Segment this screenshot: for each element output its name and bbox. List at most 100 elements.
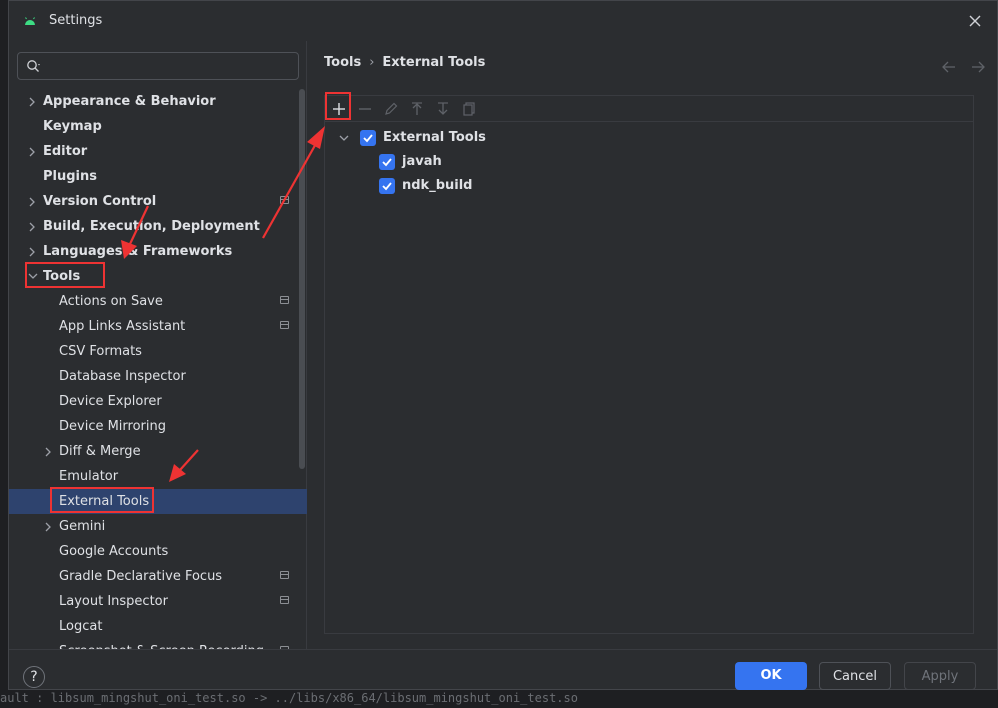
sidebar-item-label: Device Explorer bbox=[59, 394, 162, 409]
breadcrumb: Tools › External Tools bbox=[324, 55, 485, 70]
history-navigation bbox=[934, 59, 987, 78]
cancel-button[interactable]: Cancel bbox=[819, 662, 891, 690]
chevron-right-icon[interactable] bbox=[26, 239, 40, 264]
settings-tree: Appearance & Behavior Keymap Editor Plugins… bbox=[9, 89, 307, 649]
sidebar-item-tools[interactable]: Tools bbox=[9, 264, 307, 289]
sidebar-item-label: Tools bbox=[43, 269, 81, 284]
external-tools-panel: External Tools javah ndk_build bbox=[324, 95, 974, 634]
sidebar-item-layout-inspector[interactable]: Layout Inspector bbox=[9, 589, 307, 614]
sidebar-item-version-control[interactable]: Version Control bbox=[9, 189, 307, 214]
sidebar-item-label: Plugins bbox=[43, 169, 97, 184]
sidebar-item-diff-merge[interactable]: Diff & Merge bbox=[9, 439, 307, 464]
sidebar-item-gradle-declarative-focus[interactable]: Gradle Declarative Focus bbox=[9, 564, 307, 589]
project-level-icon bbox=[280, 596, 289, 604]
sidebar-item-label: Layout Inspector bbox=[59, 594, 168, 609]
chevron-right-icon[interactable] bbox=[26, 214, 40, 239]
apply-button[interactable]: Apply bbox=[904, 662, 976, 690]
sidebar-item-label: Appearance & Behavior bbox=[43, 94, 216, 109]
sidebar-item-label: Emulator bbox=[59, 469, 119, 484]
breadcrumb-current: External Tools bbox=[382, 55, 486, 70]
tool-row-javah[interactable]: javah bbox=[379, 150, 639, 174]
sidebar-item-label: Actions on Save bbox=[59, 294, 163, 309]
project-level-icon bbox=[280, 296, 289, 304]
title-bar: Settings bbox=[9, 1, 997, 41]
sidebar-item-label: Logcat bbox=[59, 619, 103, 634]
add-icon[interactable] bbox=[329, 99, 349, 119]
ok-button[interactable]: OK bbox=[735, 662, 807, 690]
tools-group-label: External Tools bbox=[383, 130, 486, 145]
sidebar-item-gemini[interactable]: Gemini bbox=[9, 514, 307, 539]
breadcrumb-separator: › bbox=[369, 55, 375, 70]
sidebar-item-keymap[interactable]: Keymap bbox=[9, 114, 307, 139]
sidebar-item-database-inspector[interactable]: Database Inspector bbox=[9, 364, 307, 389]
sidebar-item-label: Gradle Declarative Focus bbox=[59, 569, 223, 584]
sidebar-item-label: Screenshot & Screen Recording bbox=[59, 639, 264, 649]
chevron-right-icon[interactable] bbox=[26, 189, 40, 214]
sidebar-item-label: CSV Formats bbox=[59, 344, 142, 359]
sidebar-item-label: Keymap bbox=[43, 119, 102, 134]
settings-sidebar: Appearance & Behavior Keymap Editor Plugins… bbox=[9, 41, 307, 649]
sidebar-item-app-links-assistant[interactable]: App Links Assistant bbox=[9, 314, 307, 339]
close-icon[interactable] bbox=[967, 13, 983, 29]
chevron-right-icon[interactable] bbox=[42, 439, 56, 464]
sidebar-item-label: External Tools bbox=[59, 494, 150, 509]
tools-group-row[interactable]: External Tools bbox=[339, 126, 639, 150]
copy-icon[interactable] bbox=[459, 99, 479, 119]
sidebar-item-languages-frameworks[interactable]: Languages & Frameworks bbox=[9, 239, 307, 264]
help-button[interactable]: ? bbox=[23, 666, 45, 688]
search-input[interactable] bbox=[48, 56, 292, 78]
move-down-icon[interactable] bbox=[433, 99, 453, 119]
chevron-right-icon[interactable] bbox=[26, 89, 40, 114]
sidebar-item-external-tools[interactable]: External Tools bbox=[9, 489, 307, 514]
breadcrumb-parent[interactable]: Tools bbox=[324, 55, 361, 70]
sidebar-item-device-explorer[interactable]: Device Explorer bbox=[9, 389, 307, 414]
sidebar-item-appearance-behavior[interactable]: Appearance & Behavior bbox=[9, 89, 307, 114]
content-pane: Tools › External Tools External Tools ja… bbox=[307, 41, 997, 649]
background-terminal: ault : libsum_mingshut_oni_test.so -> ..… bbox=[0, 690, 998, 708]
checkbox-icon[interactable] bbox=[379, 178, 395, 194]
window-title: Settings bbox=[49, 13, 103, 28]
settings-search[interactable] bbox=[17, 52, 299, 80]
sidebar-item-screenshot-screen-recording[interactable]: Screenshot & Screen Recording bbox=[9, 639, 307, 649]
sidebar-item-plugins[interactable]: Plugins bbox=[9, 164, 307, 189]
sidebar-item-device-mirroring[interactable]: Device Mirroring bbox=[9, 414, 307, 439]
sidebar-item-label: Editor bbox=[43, 144, 88, 159]
sidebar-item-label: Google Accounts bbox=[59, 544, 169, 559]
move-up-icon[interactable] bbox=[407, 99, 427, 119]
sidebar-item-label: Diff & Merge bbox=[59, 444, 141, 459]
settings-dialog: Settings Appearance & Behavior Keymap Edit… bbox=[8, 0, 998, 690]
project-level-icon bbox=[280, 571, 289, 579]
sidebar-item-label: Build, Execution, Deployment bbox=[43, 219, 260, 234]
android-studio-icon bbox=[25, 17, 35, 25]
sidebar-item-logcat[interactable]: Logcat bbox=[9, 614, 307, 639]
checkbox-icon[interactable] bbox=[379, 154, 395, 170]
sidebar-scrollbar[interactable] bbox=[299, 89, 305, 469]
chevron-right-icon[interactable] bbox=[42, 514, 56, 539]
tool-row-ndk-build[interactable]: ndk_build bbox=[379, 174, 639, 198]
sidebar-item-google-accounts[interactable]: Google Accounts bbox=[9, 539, 307, 564]
project-level-icon bbox=[280, 196, 289, 204]
sidebar-item-build-execution-deployment[interactable]: Build, Execution, Deployment bbox=[9, 214, 307, 239]
checkbox-icon[interactable] bbox=[360, 130, 376, 146]
sidebar-item-label: Device Mirroring bbox=[59, 419, 166, 434]
sidebar-item-csv-formats[interactable]: CSV Formats bbox=[9, 339, 307, 364]
search-icon bbox=[27, 60, 40, 72]
sidebar-item-actions-on-save[interactable]: Actions on Save bbox=[9, 289, 307, 314]
background-terminal-line: ault : libsum_mingshut_oni_test.so -> ..… bbox=[0, 691, 578, 705]
chevron-down-icon[interactable] bbox=[26, 264, 40, 289]
sidebar-item-emulator[interactable]: Emulator bbox=[9, 464, 307, 489]
sidebar-item-label: Gemini bbox=[59, 519, 106, 534]
edit-icon[interactable] bbox=[381, 99, 401, 119]
forward-icon[interactable] bbox=[969, 59, 987, 73]
chevron-down-icon[interactable] bbox=[339, 134, 349, 142]
back-icon[interactable] bbox=[940, 59, 958, 73]
sidebar-item-editor[interactable]: Editor bbox=[9, 139, 307, 164]
chevron-right-icon[interactable] bbox=[26, 139, 40, 164]
sidebar-item-label: Version Control bbox=[43, 194, 157, 209]
tool-label: javah bbox=[402, 154, 442, 169]
tool-label: ndk_build bbox=[402, 178, 473, 193]
sidebar-item-label: App Links Assistant bbox=[59, 319, 186, 334]
sidebar-item-label: Languages & Frameworks bbox=[43, 244, 233, 259]
dialog-footer: ? OK Cancel Apply bbox=[9, 649, 997, 691]
remove-icon[interactable] bbox=[355, 99, 375, 119]
